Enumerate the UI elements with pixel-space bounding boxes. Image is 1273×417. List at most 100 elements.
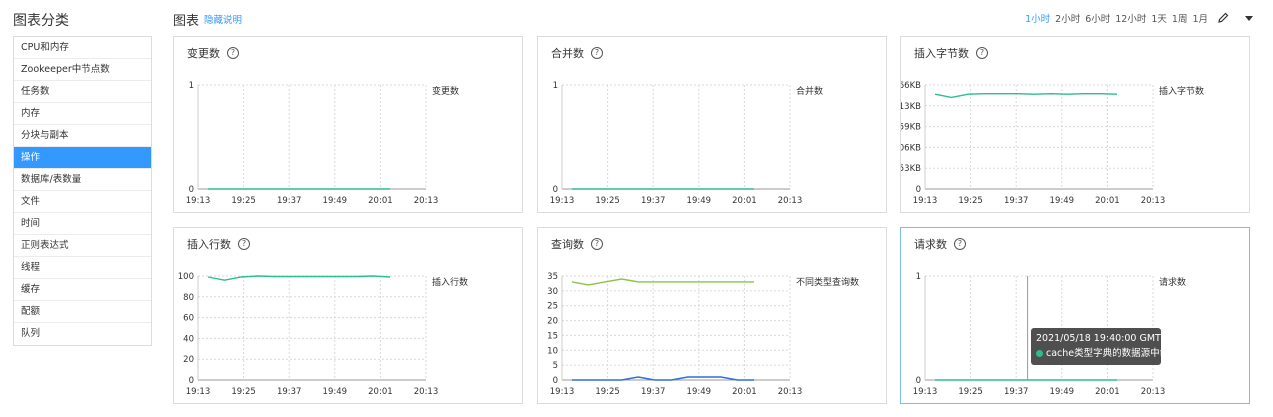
- x-tick-label: 19:37: [641, 196, 666, 206]
- sidebar-item-1[interactable]: Zookeeper中节点数: [14, 59, 151, 81]
- x-tick-label: 20:13: [778, 196, 803, 206]
- time-range-selector: 1小时 2小时 6小时 12小时 1天 1周 1月: [1025, 11, 1253, 25]
- x-tick-label: 19:49: [687, 196, 712, 206]
- line-chart: 0 19.53KB 39.06KB 58.59KB 78.13KB 97.66KB 19:1…: [901, 81, 1166, 206]
- sidebar-item-10[interactable]: 线程: [14, 257, 151, 279]
- y-tick-label: 60: [183, 314, 194, 324]
- y-tick-label: 0: [553, 185, 558, 195]
- sidebar-item-13[interactable]: 队列: [14, 323, 151, 345]
- y-tick-label: 30: [547, 287, 558, 297]
- sidebar-item-9[interactable]: 正则表达式: [14, 235, 151, 257]
- chart-card-1: 合并数? 0 1 19:13 19:25 19:37 19:49 20:01 20:13 合并数: [537, 36, 887, 213]
- chart-legend[interactable]: 请求数: [1159, 275, 1186, 288]
- y-tick-label: 25: [547, 302, 558, 312]
- sidebar-title: 图表分类: [13, 13, 69, 29]
- sidebar-item-3[interactable]: 内存: [14, 103, 151, 125]
- sidebar-item-5[interactable]: 操作: [14, 147, 151, 169]
- y-tick-label: 0: [553, 376, 558, 386]
- x-tick-label: 19:13: [186, 196, 211, 206]
- sidebar-item-12[interactable]: 配额: [14, 301, 151, 323]
- x-tick-label: 19:13: [550, 387, 575, 397]
- x-tick-label: 19:25: [595, 387, 620, 397]
- x-tick-label: 19:13: [913, 387, 938, 397]
- sidebar-item-2[interactable]: 任务数: [14, 81, 151, 103]
- sidebar-item-6[interactable]: 数据库/表数量: [14, 169, 151, 191]
- tooltip-series-label: cache类型字典的数据源中命: [1046, 348, 1161, 359]
- hide-description-link[interactable]: 隐藏说明: [204, 12, 242, 26]
- y-tick-label: 19.53KB: [901, 164, 921, 174]
- time-range-option-5[interactable]: 1周: [1172, 11, 1188, 25]
- chart-card-4: 查询数? 0 5 10 15 20 25 30 35 19:13 19:25 19:37 19:49 20…: [537, 227, 887, 404]
- x-tick-label: 20:01: [368, 387, 393, 397]
- x-tick-label: 19:49: [1050, 387, 1075, 397]
- x-tick-label: 19:37: [641, 387, 666, 397]
- x-tick-label: 19:49: [1050, 196, 1075, 206]
- x-tick-label: 20:01: [732, 387, 757, 397]
- sidebar-item-7[interactable]: 文件: [14, 191, 151, 213]
- y-tick-label: 100: [178, 272, 194, 282]
- x-tick-label: 19:49: [687, 387, 712, 397]
- chart-tooltip: 2021/05/18 19:40:00 GMT+ cache类型字典的数据源中命: [1031, 328, 1161, 365]
- series-line-0: [571, 278, 754, 286]
- tooltip-time: 2021/05/18 19:40:00 GMT+: [1036, 333, 1161, 344]
- y-tick-label: 1: [189, 81, 194, 91]
- line-chart: 0 5 10 15 20 25 30 35 19:13 19:25 19:37 19:49 20:01 2…: [547, 272, 803, 397]
- chart-legend[interactable]: 插入行数: [432, 275, 468, 288]
- x-tick-label: 19:13: [550, 196, 575, 206]
- chart-legend[interactable]: 合并数: [796, 84, 823, 97]
- sidebar-item-11[interactable]: 缓存: [14, 279, 151, 301]
- y-tick-label: 40: [183, 334, 194, 344]
- x-tick-label: 19:37: [277, 196, 302, 206]
- pencil-icon[interactable]: [1216, 11, 1230, 25]
- y-tick-label: 10: [547, 346, 558, 356]
- sidebar-item-4[interactable]: 分块与副本: [14, 125, 151, 147]
- y-tick-label: 0: [189, 376, 194, 386]
- y-tick-label: 20: [183, 355, 194, 365]
- chart-card-3: 插入行数? 0 20 40 60 80 100 19:13 19:25 19:37 19:49 20:…: [173, 227, 523, 404]
- y-tick-label: 35: [547, 272, 558, 282]
- time-range-option-0[interactable]: 1小时: [1025, 11, 1050, 25]
- x-tick-label: 20:13: [1141, 387, 1166, 397]
- y-tick-label: 78.13KB: [901, 102, 921, 112]
- y-tick-label: 5: [553, 361, 558, 371]
- x-tick-label: 20:13: [414, 387, 439, 397]
- line-chart: 0 1 19:13 19:25 19:37 19:49 20:01 20:13: [186, 81, 439, 206]
- sidebar-item-8[interactable]: 时间: [14, 213, 151, 235]
- y-tick-label: 15: [547, 331, 558, 341]
- series-line-0: [207, 275, 391, 281]
- x-tick-label: 19:49: [323, 196, 348, 206]
- y-tick-label: 0: [189, 185, 194, 195]
- chart-legend[interactable]: 插入字节数: [1159, 84, 1204, 97]
- x-tick-label: 20:01: [1095, 387, 1120, 397]
- tooltip-series: cache类型字典的数据源中命: [1036, 346, 1161, 361]
- chart-legend[interactable]: 变更数: [432, 84, 459, 97]
- page-title: 图表: [173, 14, 200, 29]
- line-chart: 0 20 40 60 80 100 19:13 19:25 19:37 19:49 20:01 20:…: [178, 272, 439, 397]
- time-range-option-6[interactable]: 1月: [1192, 11, 1208, 25]
- y-tick-label: 20: [547, 317, 558, 327]
- y-tick-label: 1: [553, 81, 558, 91]
- y-tick-label: 97.66KB: [901, 81, 921, 91]
- x-tick-label: 20:01: [1095, 196, 1120, 206]
- line-chart: 0 1 19:13 19:25 19:37 19:49 20:01 20:13: [550, 81, 803, 206]
- y-tick-label: 1: [916, 272, 921, 282]
- chart-card-5: 请求数? 0 1 19:13 19:25 19:37 19:49 20:01 20:13 请求数 2…: [900, 227, 1250, 404]
- x-tick-label: 19:13: [186, 387, 211, 397]
- time-range-option-4[interactable]: 1天: [1151, 11, 1167, 25]
- chart-legend[interactable]: 不同类型查询数: [796, 275, 859, 288]
- time-range-option-3[interactable]: 12小时: [1115, 11, 1146, 25]
- sidebar-item-0[interactable]: CPU和内存: [14, 37, 151, 59]
- x-tick-label: 20:13: [1141, 196, 1166, 206]
- y-tick-label: 58.59KB: [901, 123, 921, 133]
- sidebar-list: CPU和内存 Zookeeper中节点数 任务数 内存 分块与副本 操作 数据库/表数量 文件…: [13, 36, 152, 346]
- x-tick-label: 19:25: [958, 196, 983, 206]
- time-range-option-1[interactable]: 2小时: [1055, 11, 1080, 25]
- x-tick-label: 19:13: [913, 196, 938, 206]
- chart-card-2: 插入字节数?019.53KB39.06KB58.59KB78.13KB97.66…: [900, 36, 1250, 213]
- time-range-option-2[interactable]: 6小时: [1085, 11, 1110, 25]
- caret-down-icon[interactable]: [1245, 15, 1253, 21]
- x-tick-label: 19:25: [231, 387, 256, 397]
- x-tick-label: 20:13: [778, 387, 803, 397]
- y-tick-label: 0: [916, 185, 921, 195]
- x-tick-label: 19:37: [1004, 387, 1028, 397]
